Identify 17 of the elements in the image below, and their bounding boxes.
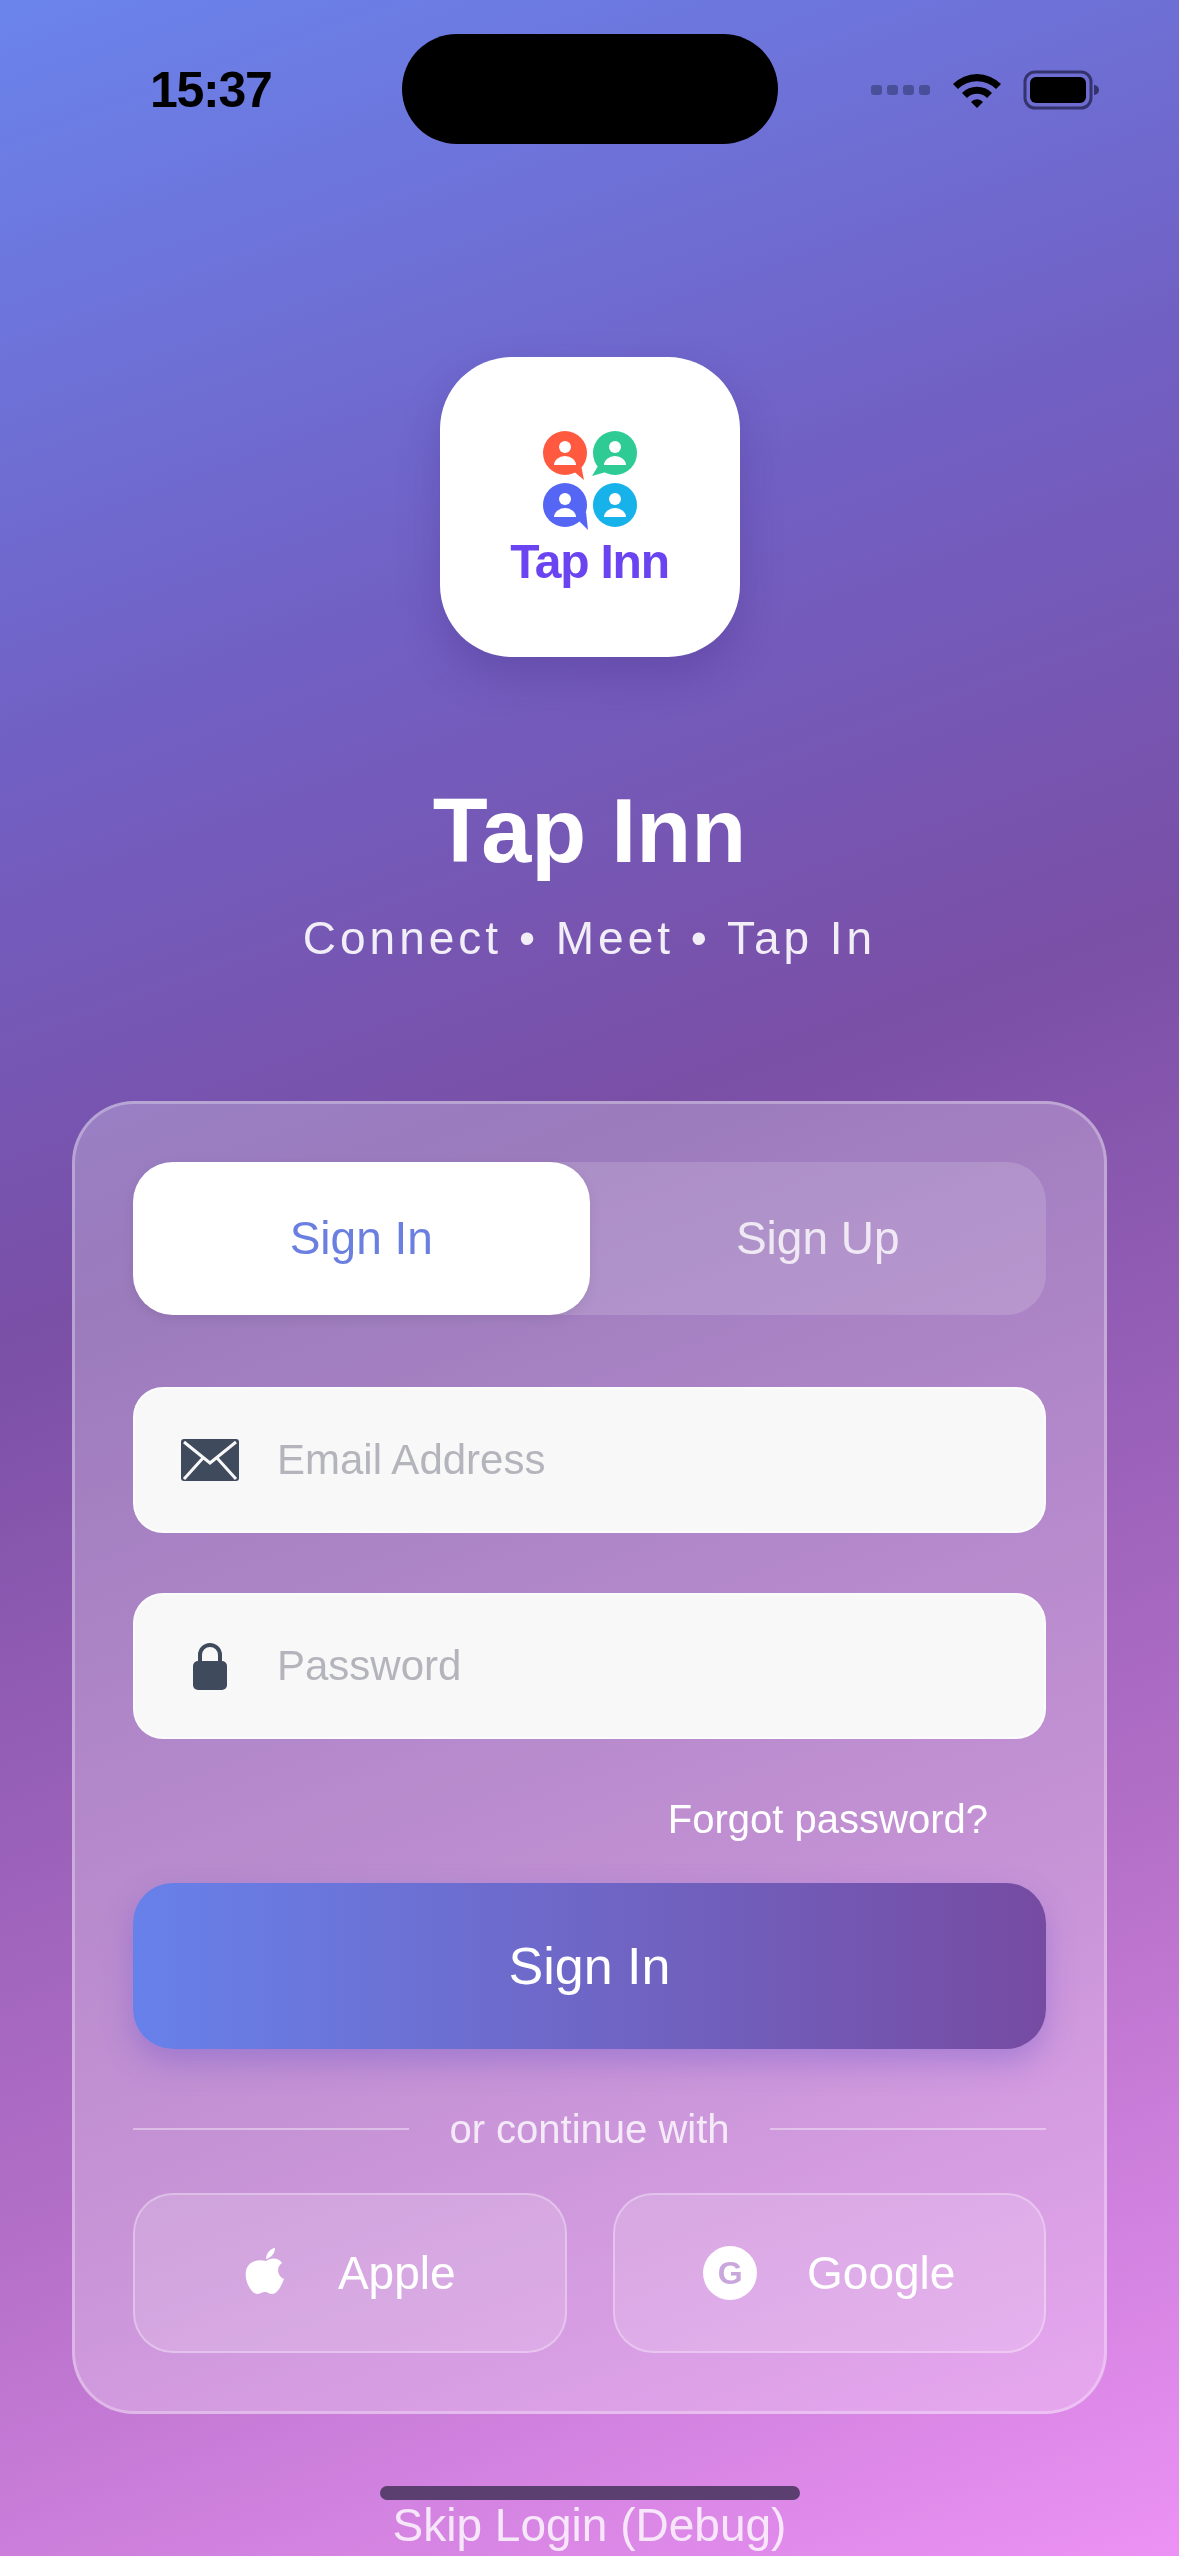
apple-sign-in-button[interactable]: Apple <box>133 2193 567 2353</box>
divider-text: or continue with <box>449 2109 730 2149</box>
google-badge-icon: G <box>703 2246 758 2300</box>
email-field[interactable]: Email Address <box>133 1387 1046 1533</box>
google-sign-in-button[interactable]: G Google <box>612 2193 1046 2353</box>
lock-icon <box>193 1642 227 1690</box>
password-field[interactable]: Password <box>133 1593 1046 1739</box>
forgot-password-link[interactable]: Forgot password? <box>667 1799 988 1839</box>
logo-wordmark: Tap Inn <box>510 538 669 586</box>
status-time: 15:37 <box>150 60 272 120</box>
battery-icon <box>1023 70 1099 110</box>
auth-tab[interactable]: Sign In <box>133 1162 590 1315</box>
auth-tab[interactable]: Sign Up <box>589 1162 1046 1315</box>
signal-icon <box>871 84 931 96</box>
envelope-icon <box>181 1439 239 1481</box>
app-title: Tap Inn <box>432 780 747 883</box>
sign-in-button[interactable]: Sign In <box>133 1883 1046 2049</box>
